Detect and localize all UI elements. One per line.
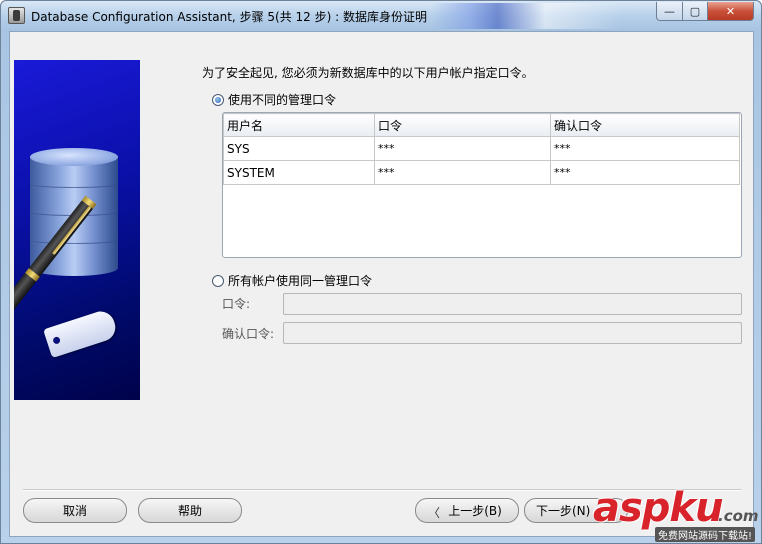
- close-icon: ✕: [725, 4, 736, 18]
- password-label: 口令:: [222, 297, 251, 311]
- minimize-icon: —: [664, 4, 675, 18]
- table-row: SYSTEM *** ***: [223, 160, 740, 185]
- app-icon: [8, 7, 25, 24]
- tag-hole: [52, 335, 62, 345]
- cell-username: SYSTEM: [223, 160, 375, 185]
- help-button[interactable]: 帮助: [138, 498, 242, 523]
- cylinder-band: [30, 180, 118, 188]
- radio-different-passwords[interactable]: [212, 93, 224, 106]
- option-different-passwords[interactable]: 使用不同的管理口令: [212, 91, 336, 108]
- instruction-text: 为了安全起见, 您必须为新数据库中的以下用户帐户指定口令。: [202, 66, 534, 80]
- close-button[interactable]: ✕: [707, 2, 754, 21]
- watermark-tagline: 免费网站源码下载站!: [655, 527, 756, 542]
- dbca-window: Database Configuration Assistant, 步骤 5(共…: [0, 0, 762, 544]
- minimize-button[interactable]: —: [656, 2, 683, 21]
- cell-confirm-password[interactable]: ***: [550, 136, 740, 161]
- pen-middle-band: [25, 268, 40, 282]
- next-button-label: 下一步(N): [536, 504, 591, 518]
- radio-same-password[interactable]: [212, 274, 224, 287]
- maximize-button[interactable]: ▢: [682, 2, 708, 21]
- cell-password[interactable]: ***: [374, 136, 551, 161]
- table-header-row: 用户名 口令 确认口令: [223, 113, 740, 137]
- cancel-button[interactable]: 取消: [23, 498, 127, 523]
- column-header-password: 口令: [374, 113, 551, 137]
- back-arrow-icon: 〈: [428, 506, 441, 520]
- cylinder-top: [30, 148, 118, 166]
- database-illustration: [14, 60, 140, 400]
- title-bar[interactable]: Database Configuration Assistant, 步骤 5(共…: [1, 1, 761, 31]
- window-title: Database Configuration Assistant, 步骤 5(共…: [31, 10, 427, 24]
- confirm-password-label: 确认口令:: [222, 327, 275, 341]
- option-same-label: 所有帐户使用同一管理口令: [228, 274, 373, 288]
- back-button-label: 上一步(B): [448, 504, 502, 518]
- table-row: SYS *** ***: [223, 136, 740, 161]
- maximize-icon: ▢: [689, 4, 701, 18]
- option-same-password[interactable]: 所有帐户使用同一管理口令: [212, 272, 372, 289]
- title-glow: [431, 3, 621, 29]
- cylinder-band: [30, 236, 118, 244]
- watermark-suffix: .com: [718, 507, 759, 525]
- option-different-label: 使用不同的管理口令: [228, 93, 337, 107]
- password-field[interactable]: [283, 293, 742, 315]
- user-password-table: 用户名 口令 确认口令 SYS *** *** SYSTEM *** ***: [222, 112, 742, 258]
- cell-password[interactable]: ***: [374, 160, 551, 185]
- cell-confirm-password[interactable]: ***: [550, 160, 740, 185]
- confirm-password-field[interactable]: [283, 322, 742, 344]
- back-button[interactable]: 〈 上一步(B): [415, 498, 519, 523]
- watermark: aspku .com 免费网站源码下载站!: [593, 485, 761, 542]
- column-header-confirm: 确认口令: [550, 113, 740, 137]
- key-tag-icon: [43, 307, 119, 359]
- watermark-brand: aspku: [593, 485, 724, 531]
- column-header-username: 用户名: [223, 113, 375, 137]
- cell-username: SYS: [223, 136, 375, 161]
